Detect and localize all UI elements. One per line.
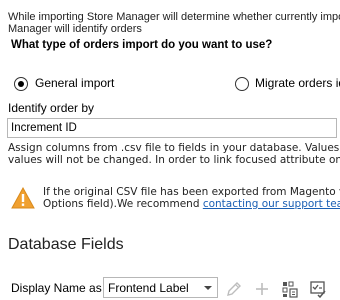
display-name-label: Display Name as [11,281,102,295]
intro-text: While importing Store Manager will deter… [8,11,340,35]
contact-support-link[interactable]: contacting our support tear [203,198,340,210]
checklist-icon[interactable] [309,280,327,298]
display-name-value: Frontend Label [108,281,189,295]
migrate-orders-id-radio[interactable] [235,77,249,91]
chevron-down-icon [204,286,212,290]
add-icon[interactable] [253,280,271,298]
display-name-dropdown[interactable]: Frontend Label [103,277,218,298]
identify-order-field[interactable]: Increment ID [7,118,337,138]
grid-settings-icon[interactable] [281,280,299,298]
edit-icon[interactable] [225,280,243,298]
intro-line-2: Manager will identify orders [8,23,142,35]
general-import-label: General import [35,76,115,90]
general-import-radio[interactable] [14,77,28,91]
import-type-question: What type of orders import do you want t… [11,39,273,51]
warning-line-2: Options field).We recommend [43,197,203,210]
intro-line-1: While importing Store Manager will deter… [8,11,340,23]
migrate-orders-id-label: Migrate orders id [255,76,340,90]
assign-line-1: Assign columns from .csv file to fields … [8,142,340,154]
assign-columns-text: Assign columns from .csv file to fields … [8,142,340,166]
warning-icon [11,187,35,209]
identify-order-label: Identify order by [8,101,95,115]
assign-line-2: values will not be changed. In order to … [8,154,340,166]
database-fields-title: Database Fields [8,236,124,253]
warning-message: If the original CSV file has been export… [43,186,340,210]
